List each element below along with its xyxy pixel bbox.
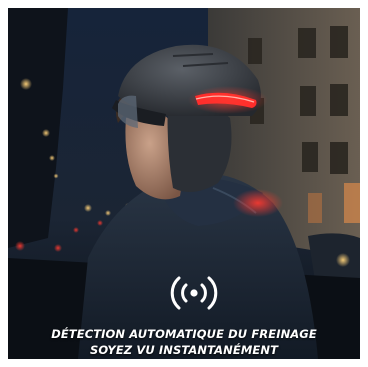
caption: DÉTECTION AUTOMATIQUE DU FREINAGE SOYEZ … bbox=[8, 326, 360, 358]
wireless-signal-icon bbox=[170, 276, 218, 310]
caption-line-2: SOYEZ VU INSTANTANÉMENT bbox=[89, 343, 279, 357]
caption-line-1: DÉTECTION AUTOMATIQUE DU FREINAGE bbox=[51, 327, 317, 341]
product-photo: DÉTECTION AUTOMATIQUE DU FREINAGE SOYEZ … bbox=[8, 8, 360, 359]
